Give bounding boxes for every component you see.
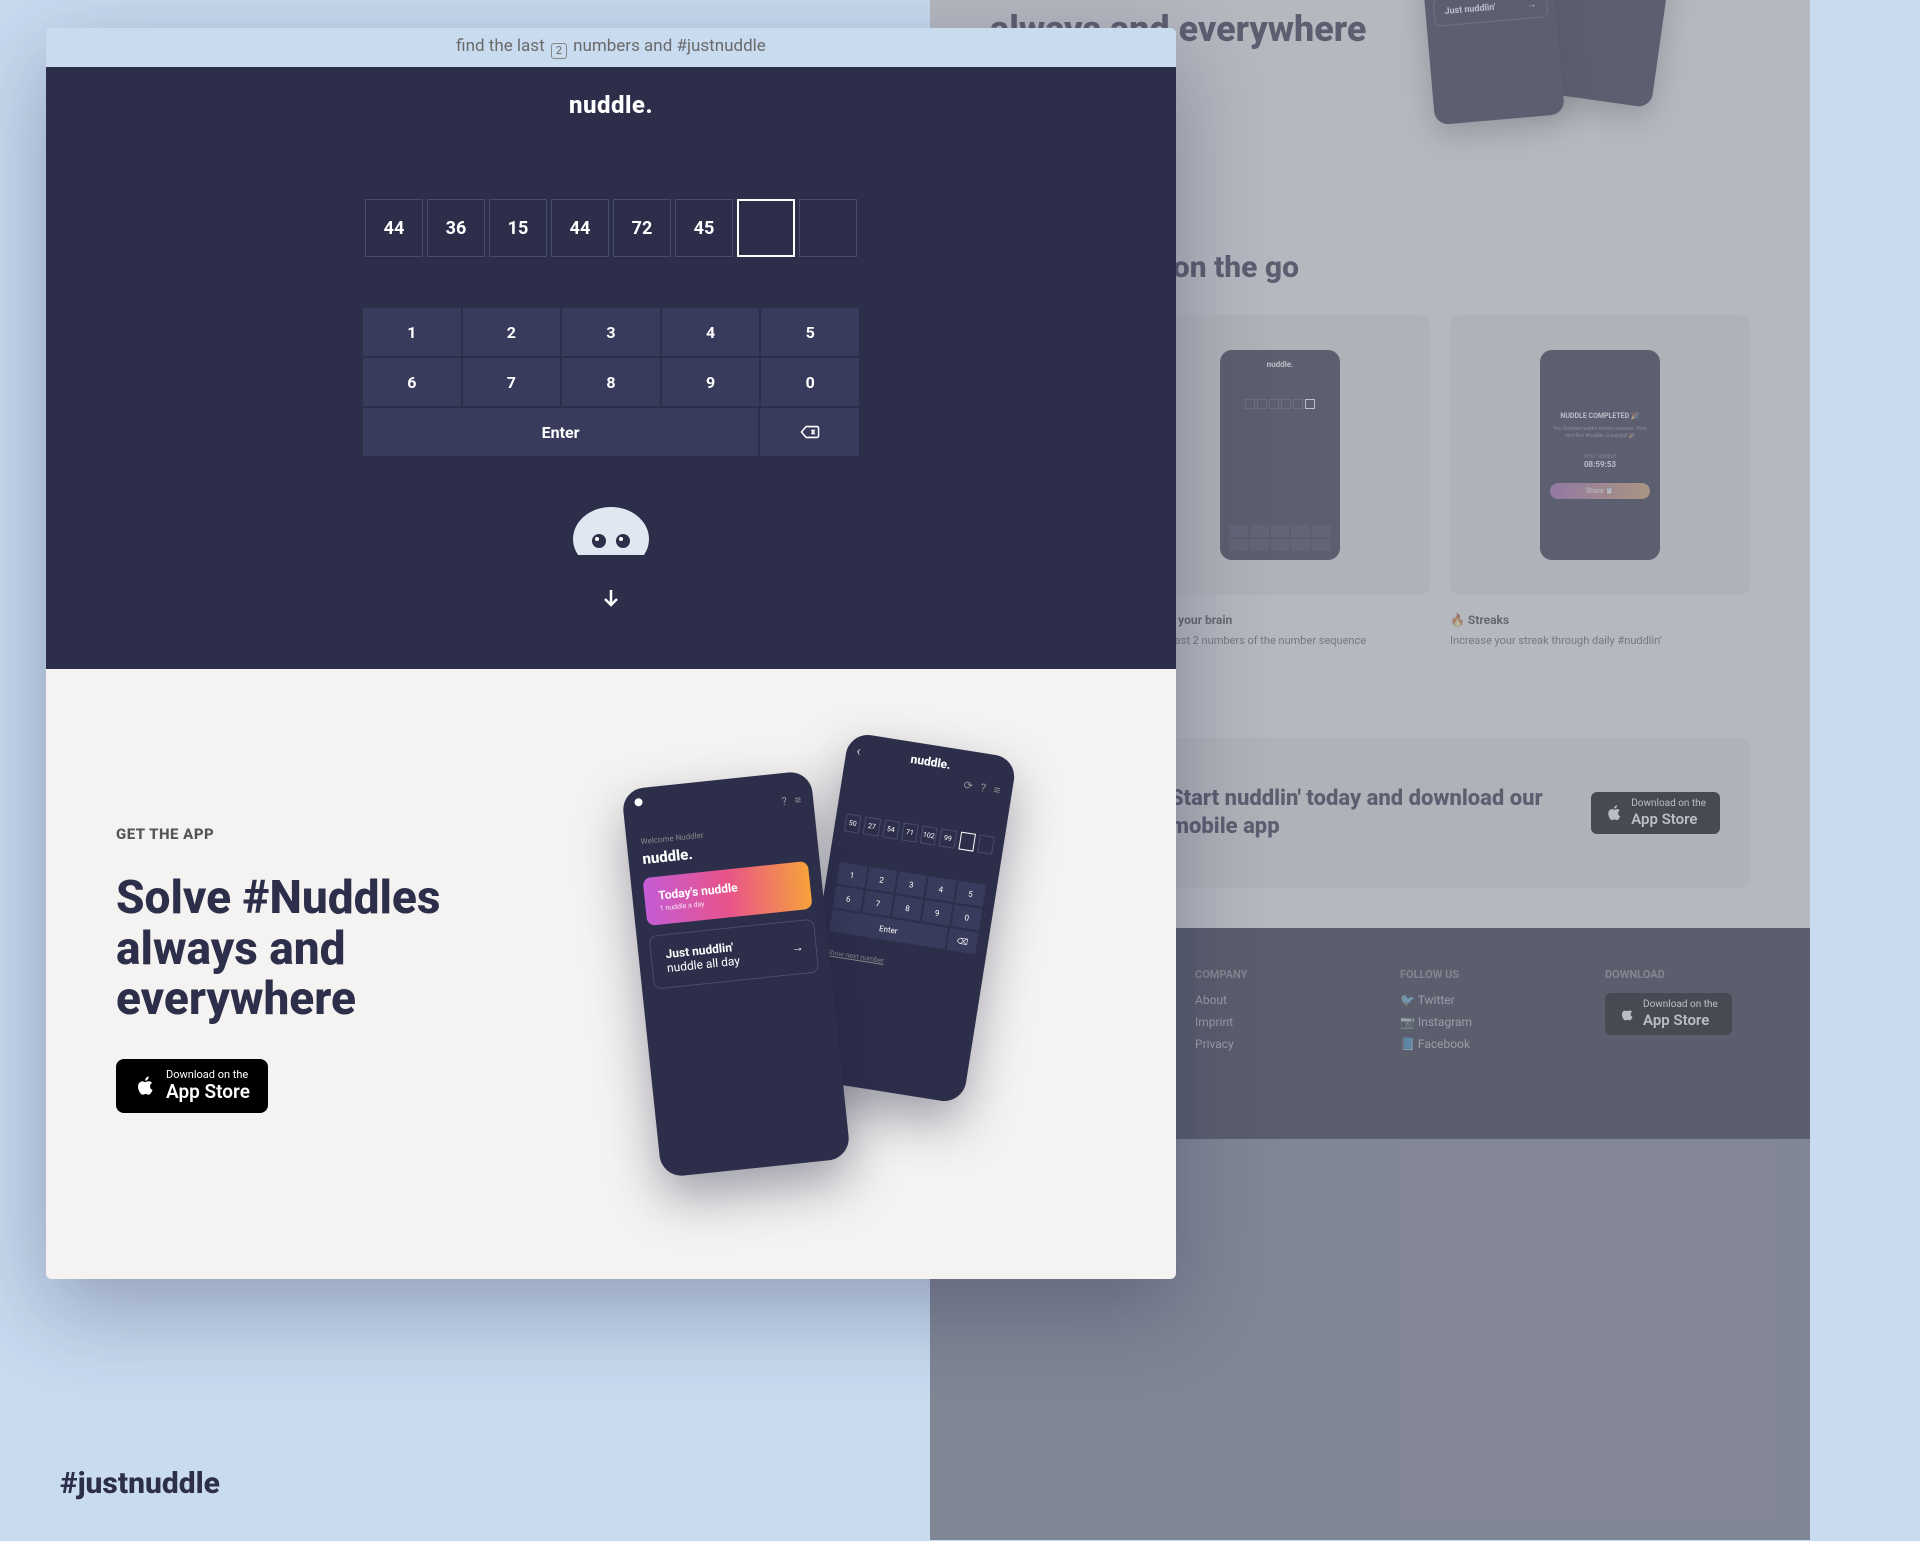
- sequence-cell: [799, 199, 857, 257]
- phone-mockups: ‹ nuddle. ⟳?≡ 5027547110299 12345 67890 …: [631, 749, 1106, 1189]
- sequence-cell: [737, 199, 795, 257]
- number-sequence: 443615447245: [46, 199, 1176, 257]
- digit-key-2[interactable]: 2: [463, 308, 561, 356]
- appstore-button[interactable]: Download on theApp Store: [116, 1059, 268, 1113]
- promo-headline: Solve #Nuddles always and everywhere: [116, 873, 591, 1025]
- enter-key[interactable]: Enter: [363, 408, 758, 456]
- sequence-cell: 72: [613, 199, 671, 257]
- sequence-cell: 44: [551, 199, 609, 257]
- sequence-cell: 36: [427, 199, 485, 257]
- digit-key-1[interactable]: 1: [363, 308, 461, 356]
- digit-key-9[interactable]: 9: [662, 358, 760, 406]
- bg-appstore-button[interactable]: Download on theApp Store: [1591, 792, 1720, 834]
- digit-key-4[interactable]: 4: [662, 308, 760, 356]
- promo-eyebrow: GET THE APP: [116, 825, 591, 843]
- foreground-page: find the last 2 numbers and #justnuddle …: [46, 28, 1176, 1279]
- digit-key-6[interactable]: 6: [363, 358, 461, 406]
- keypad: 12345 67890 Enter: [362, 307, 860, 457]
- mascot-icon: [566, 497, 656, 567]
- digit-key-3[interactable]: 3: [562, 308, 660, 356]
- scroll-down-icon[interactable]: [600, 587, 622, 609]
- sequence-cell: 44: [365, 199, 423, 257]
- backspace-key[interactable]: [760, 408, 859, 456]
- bg-cta-title: Start nuddlin' today and download our mo…: [1170, 785, 1561, 842]
- sequence-cell: 45: [675, 199, 733, 257]
- digit-key-7[interactable]: 7: [463, 358, 561, 406]
- game-hero: nuddle. 443615447245 12345 67890 Enter: [46, 67, 1176, 669]
- digit-key-5[interactable]: 5: [761, 308, 859, 356]
- hashtag-label: #justnuddle: [60, 1466, 220, 1501]
- digit-key-8[interactable]: 8: [562, 358, 660, 406]
- promo-section: GET THE APP Solve #Nuddles always and ev…: [46, 669, 1176, 1279]
- brand-logo: nuddle.: [46, 91, 1176, 119]
- digit-key-0[interactable]: 0: [761, 358, 859, 406]
- sequence-cell: 15: [489, 199, 547, 257]
- tagline: find the last 2 numbers and #justnuddle: [46, 28, 1176, 67]
- phone-home-screen: ?≡ Welcome Nuddler nuddle. Today's nuddl…: [621, 770, 851, 1178]
